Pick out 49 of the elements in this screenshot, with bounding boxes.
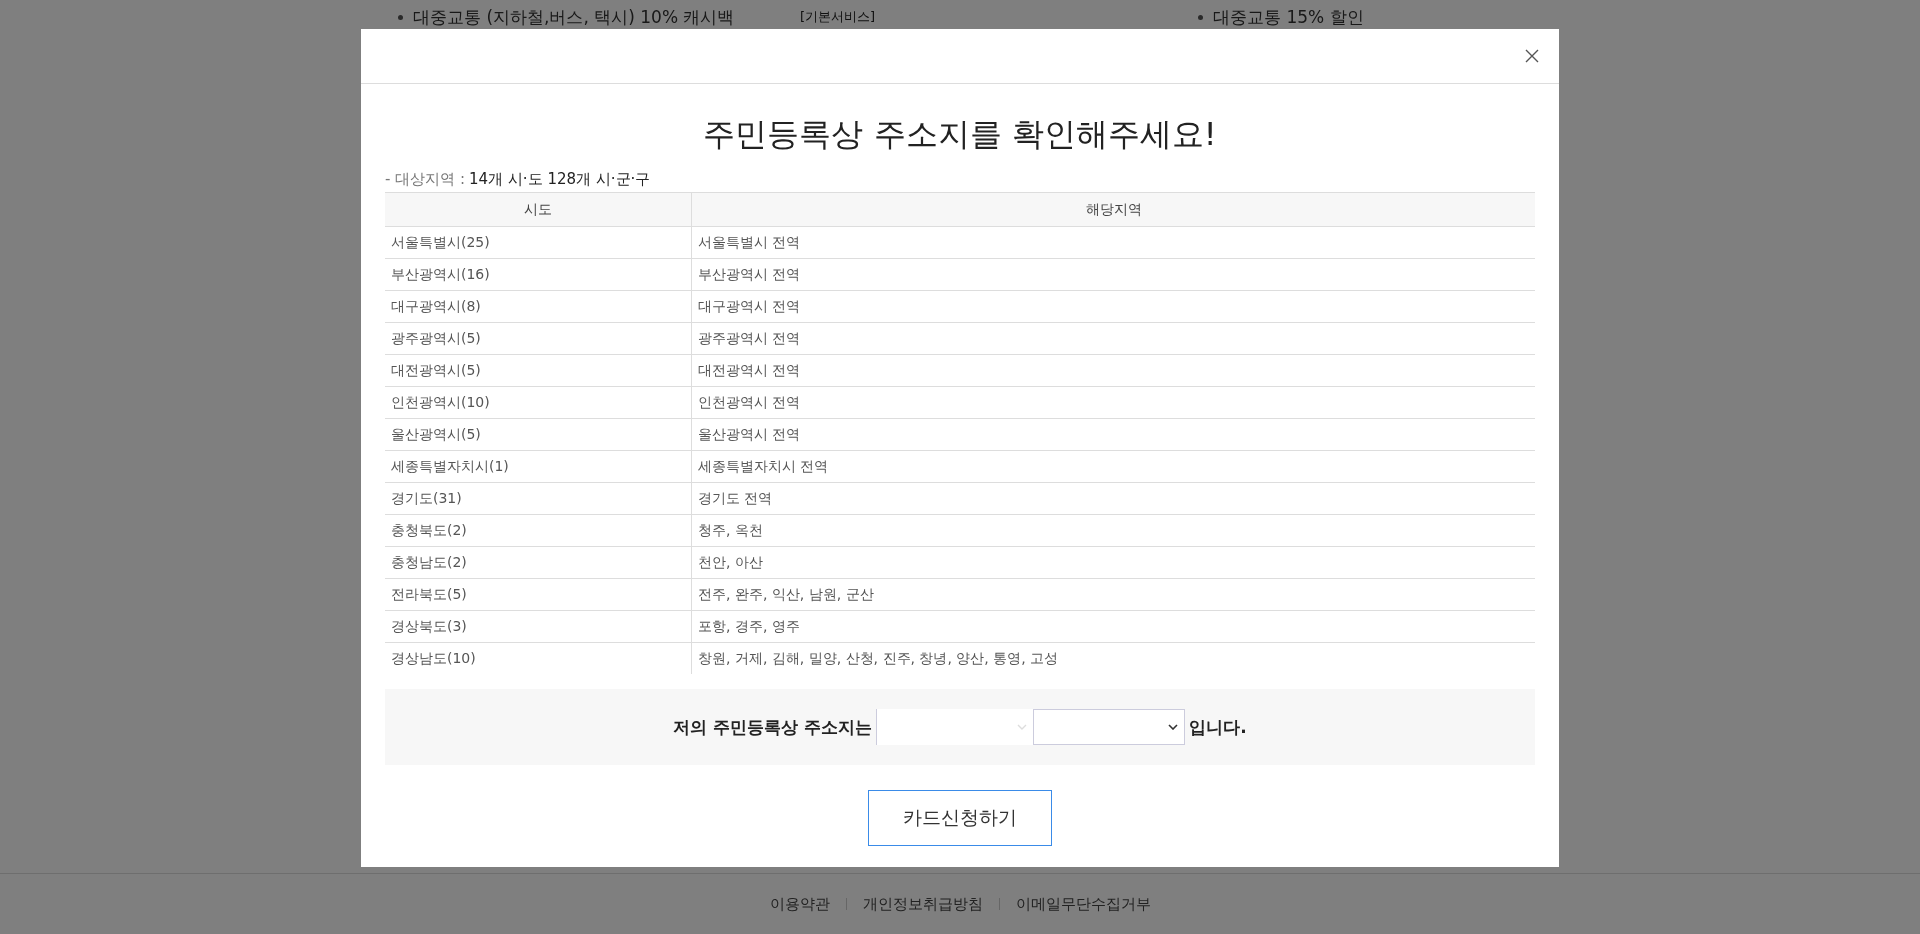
table-cell: 광주광역시(5) [385,322,692,355]
dialog-title: 주민등록상 주소지를 확인해주세요! [702,114,1218,155]
bullet-icon [398,14,403,20]
table-cell: 청주, 옥천 [691,514,1535,547]
bullet-icon [1198,14,1203,20]
table-cell: 세종특별자치시(1) [385,450,692,483]
table-cell: 인천광역시 전역 [691,386,1535,419]
table-cell: 대구광역시(8) [385,290,692,323]
table-cell: 대전광역시(5) [385,354,692,387]
table-cell: 서울특별시(25) [385,226,692,259]
table-cell: 부산광역시 전역 [691,258,1535,291]
address-suffix: 입니다. [1189,715,1247,739]
table-cell: 울산광역시 전역 [691,418,1535,451]
table-cell: 창원, 거제, 김해, 밀양, 산청, 진주, 창녕, 양산, 통영, 고성 [691,642,1535,674]
benefit-text: 대중교통 (지하철,버스, 택시) 10% 캐시백 [413,5,735,29]
column-header: 해당지역 [691,192,1535,227]
apply-card-button[interactable]: 카드신청하기 [868,790,1052,846]
table-cell: 충청북도(2) [385,514,692,547]
table-cell: 포항, 경주, 영주 [691,610,1535,643]
table-cell: 충청남도(2) [385,546,692,579]
footer-link[interactable]: 이메일무단수집거부 [1015,894,1151,914]
caret-icon [1168,724,1179,730]
city-select[interactable] [1033,709,1186,745]
address-prefix: 저의 주민등록상 주소지는 [673,715,873,739]
table-cell: 세종특별자치시 전역 [691,450,1535,483]
table-cell: 대전광역시 전역 [691,354,1535,387]
table-cell: 광주광역시 전역 [691,322,1535,355]
table-cell: 인천광역시(10) [385,386,692,419]
service-tag: [기본서비스] [800,8,876,26]
table-cell: 경기도 전역 [691,482,1535,515]
table-cell: 서울특별시 전역 [691,226,1535,259]
table-cell: 경상남도(10) [385,642,692,674]
table-cell: 전라북도(5) [385,578,692,611]
footer-link[interactable]: 개인정보취급방침 [862,894,983,914]
target-label: - 대상지역 : [385,170,465,190]
table-cell: 전주, 완주, 익산, 남원, 군산 [691,578,1535,611]
table-cell: 경기도(31) [385,482,692,515]
table-cell: 대구광역시 전역 [691,290,1535,323]
caret-icon [1017,724,1028,730]
table-cell: 천안, 아산 [691,546,1535,579]
table-cell: 경상북도(3) [385,610,692,643]
column-header: 시도 [385,192,692,227]
table-cell: 부산광역시(16) [385,258,692,291]
footer-link[interactable]: 이용약관 [769,894,830,914]
benefit-text: 대중교통 15% 할인 [1213,5,1364,29]
close-icon[interactable] [1525,49,1539,63]
province-select[interactable] [876,709,1034,745]
target-value: 14개 시·도 128개 시·군·구 [469,170,651,190]
table-cell: 울산광역시(5) [385,418,692,451]
